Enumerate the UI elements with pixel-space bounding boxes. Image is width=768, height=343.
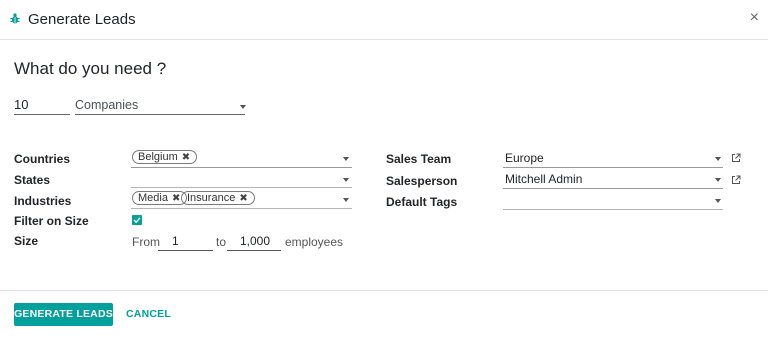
external-link-icon[interactable] xyxy=(731,175,741,185)
bug-icon xyxy=(10,13,20,24)
filter-on-size-checkbox[interactable] xyxy=(132,215,142,225)
default-tags-label: Default Tags xyxy=(386,195,458,209)
caret-down-icon xyxy=(715,199,721,203)
check-icon xyxy=(133,217,141,224)
industry-tag-insurance[interactable]: Insurance ✖ xyxy=(181,191,255,205)
country-tag-belgium[interactable]: Belgium ✖ xyxy=(132,150,198,164)
dialog-header: Generate Leads × xyxy=(0,0,768,40)
industry-tag-media[interactable]: Media ✖ xyxy=(132,191,188,205)
caret-down-icon xyxy=(715,157,721,161)
states-field[interactable] xyxy=(131,168,352,188)
sales-team-value: Europe xyxy=(505,151,544,165)
lead-count-input[interactable]: 10 xyxy=(14,96,70,115)
salesperson-label: Salesperson xyxy=(386,174,458,188)
dialog-title: Generate Leads xyxy=(28,11,136,28)
size-from-label: From xyxy=(132,235,160,249)
caret-down-icon xyxy=(343,198,349,202)
default-tags-field[interactable] xyxy=(503,190,723,210)
countries-label: Countries xyxy=(14,152,71,166)
size-to-input[interactable]: 1,000 xyxy=(227,232,281,251)
cancel-button[interactable]: CANCEL xyxy=(126,303,171,326)
states-label: States xyxy=(14,173,51,187)
generate-leads-button[interactable]: GENERATE LEADS xyxy=(14,303,113,326)
search-type-select[interactable]: Companies xyxy=(75,96,246,115)
caret-down-icon xyxy=(343,157,349,161)
countries-field[interactable]: Belgium ✖ xyxy=(131,148,352,168)
filter-on-size-label: Filter on Size xyxy=(14,214,89,228)
sales-team-label: Sales Team xyxy=(386,152,452,166)
tag-label: Insurance xyxy=(187,192,236,204)
sales-team-field[interactable]: Europe xyxy=(503,148,723,168)
caret-down-icon xyxy=(240,105,246,109)
close-icon[interactable]: ✖ xyxy=(239,193,247,204)
close-icon[interactable]: ✖ xyxy=(182,152,190,163)
industries-label: Industries xyxy=(14,194,72,208)
page-heading: What do you need ? xyxy=(14,59,167,78)
caret-down-icon xyxy=(343,178,349,182)
dialog-footer xyxy=(0,290,768,343)
salesperson-field[interactable]: Mitchell Admin xyxy=(503,169,723,189)
size-label: Size xyxy=(14,234,39,248)
caret-down-icon xyxy=(715,178,721,182)
salesperson-value: Mitchell Admin xyxy=(505,172,583,186)
external-link-icon[interactable] xyxy=(731,153,741,163)
size-unit-label: employees xyxy=(285,235,344,249)
size-from-input[interactable]: 1 xyxy=(158,232,213,251)
tag-label: Belgium xyxy=(138,151,178,163)
close-icon[interactable]: ✖ xyxy=(172,193,180,204)
industries-field[interactable]: Media ✖ Insurance ✖ xyxy=(131,189,352,209)
close-icon[interactable]: × xyxy=(750,9,759,27)
search-type-value: Companies xyxy=(75,98,139,112)
tag-label: Media xyxy=(138,192,168,204)
size-to-label: to xyxy=(216,235,227,249)
